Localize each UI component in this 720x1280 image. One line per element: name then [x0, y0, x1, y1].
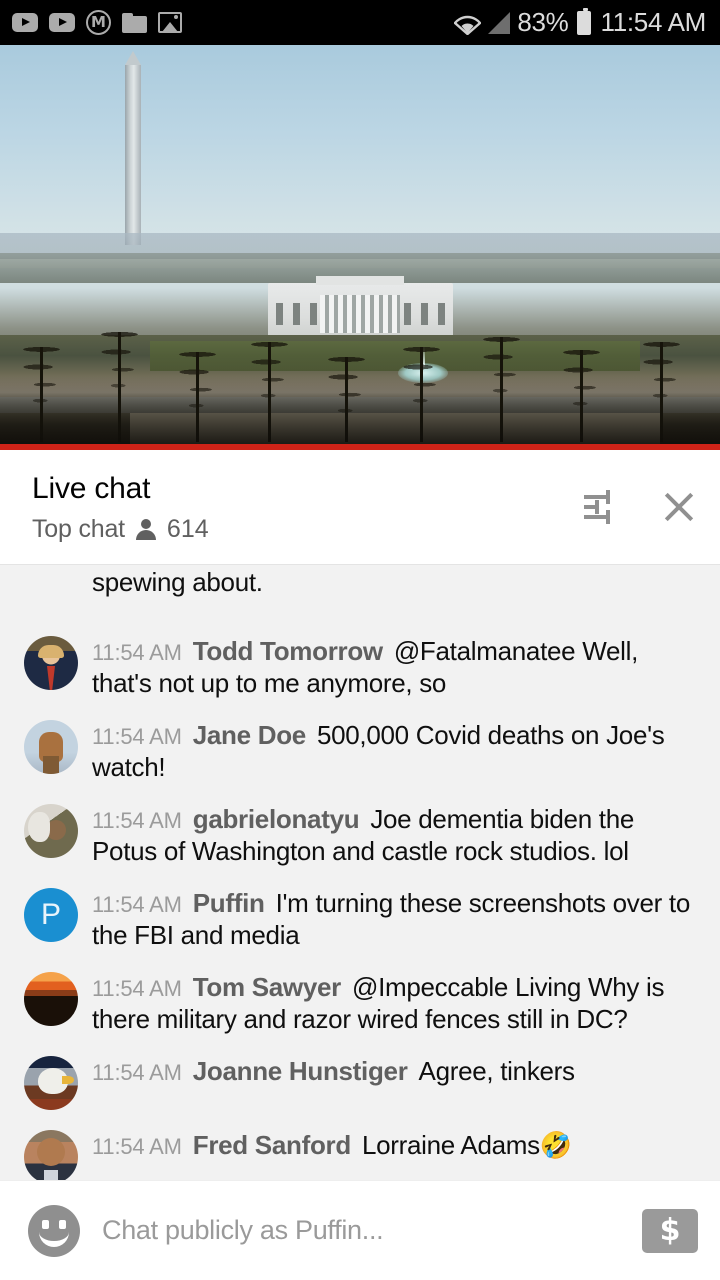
message-body: 11:54 AM gabrielonatyu Joe dementia biden … [92, 802, 690, 868]
avatar[interactable] [24, 1129, 78, 1180]
youtube-icon [12, 13, 38, 32]
live-chat-header: Live chat Top chat 614 [0, 450, 720, 565]
m-circle-icon: M [86, 10, 111, 35]
message-body: 11:54 AM Joanne Hunstiger Agree, tinkers [92, 1054, 690, 1088]
list-item[interactable]: 11:54 AM Fred Sanford Lorraine Adams🤣 [0, 1119, 720, 1180]
video-progress-bar[interactable] [0, 444, 720, 450]
avatar[interactable] [24, 971, 78, 1026]
list-item[interactable]: P 11:54 AM Puffin I'm turning these screen… [0, 877, 720, 961]
chat-header-titles: Live chat Top chat 614 [32, 470, 584, 544]
page-title: Live chat [32, 472, 151, 506]
message-body: 11:54 AM Fred Sanford Lorraine Adams🤣 [92, 1128, 690, 1163]
message-timestamp: 11:54 AM [92, 1133, 182, 1159]
avatar[interactable] [24, 719, 78, 774]
status-bar: M 83% 11:54 AM [0, 0, 720, 45]
washington-monument [125, 51, 141, 245]
message-text: Agree, tinkers [418, 1055, 576, 1086]
message-timestamp: 11:54 AM [92, 723, 182, 749]
message-author[interactable]: Joanne Hunstiger [193, 1056, 408, 1086]
message-timestamp: 11:54 AM [92, 640, 182, 665]
list-item[interactable]: 11:54 AM gabrielonatyu Joe dementia biden … [0, 793, 720, 877]
avatar[interactable] [24, 1055, 78, 1110]
message-timestamp: 11:54 AM [92, 1059, 182, 1085]
image-icon [158, 12, 182, 33]
avatar[interactable] [24, 803, 78, 858]
folder-icon [122, 12, 147, 33]
message-author[interactable]: gabrielonatyu [193, 804, 360, 834]
message-timestamp: 11:54 AM [92, 975, 182, 1001]
clock: 11:54 AM [600, 7, 706, 37]
message-body: 11:54 AM Puffin I'm turning these screensh… [92, 886, 690, 952]
close-icon[interactable] [660, 488, 698, 526]
tune-icon[interactable] [584, 490, 622, 524]
person-icon [135, 518, 157, 541]
message-author[interactable]: Todd Tomorrow [193, 636, 383, 666]
message-text: spewing about. [92, 567, 263, 597]
chat-mode-label[interactable]: Top chat [32, 515, 125, 544]
list-item[interactable]: spewing about. [0, 565, 720, 625]
chat-message-list[interactable]: spewing about. 11:54 AM Todd Tomorrow @Fat… [0, 565, 720, 1180]
avatar [24, 567, 78, 621]
chat-subheader: Top chat 614 [32, 515, 584, 544]
viewer-count: 614 [166, 514, 209, 543]
avatar[interactable]: P [24, 887, 78, 942]
message-timestamp: 11:54 AM [92, 807, 182, 833]
chat-input[interactable] [102, 1215, 620, 1246]
vignette [0, 375, 720, 445]
wifi-icon [453, 11, 482, 36]
avatar-letter: P [40, 897, 61, 931]
message-body: 11:54 AM Tom Sawyer @Impeccable Living Why… [92, 970, 690, 1036]
battery-icon [577, 7, 592, 35]
avatar[interactable] [24, 636, 78, 690]
youtube-icon [49, 13, 75, 32]
message-author[interactable]: Puffin [193, 888, 265, 918]
message-author[interactable]: Jane Doe [193, 720, 307, 750]
message-body: 11:54 AM Todd Tomorrow @Fatalmanatee Well,… [92, 634, 690, 700]
youtube-live-chat-screen: M 83% 11:54 AM Live chat Top chat 614 sp… [0, 0, 720, 1280]
list-item[interactable]: 11:54 AM Tom Sawyer @Impeccable Living Why… [0, 961, 720, 1045]
list-item[interactable]: 11:54 AM Todd Tomorrow @Fatalmanatee Well,… [0, 625, 720, 709]
message-author[interactable]: Tom Sawyer [193, 972, 342, 1002]
message-author[interactable]: Fred Sanford [193, 1130, 352, 1160]
video-player[interactable] [0, 45, 720, 450]
laughing-emoji-icon: 🤣 [539, 1130, 572, 1161]
status-bar-notification-icons: M [12, 10, 182, 35]
list-item[interactable]: 11:54 AM Jane Doe 500,000 Covid deaths on … [0, 709, 720, 793]
chat-input-bar: $ [0, 1180, 720, 1280]
status-bar-system-icons: 83% 11:54 AM [453, 7, 706, 38]
battery-percent: 83% [517, 7, 569, 37]
smiley-icon[interactable] [28, 1204, 80, 1257]
message-body: 11:54 AM Jane Doe 500,000 Covid deaths on … [92, 718, 690, 784]
signal-icon [488, 11, 511, 34]
dollar-icon[interactable]: $ [642, 1208, 698, 1253]
message-text: Lorraine Adams [361, 1129, 540, 1160]
message-timestamp: 11:54 AM [92, 891, 182, 917]
chat-header-actions [584, 488, 698, 526]
list-item[interactable]: 11:54 AM Joanne Hunstiger Agree, tinkers [0, 1045, 720, 1119]
